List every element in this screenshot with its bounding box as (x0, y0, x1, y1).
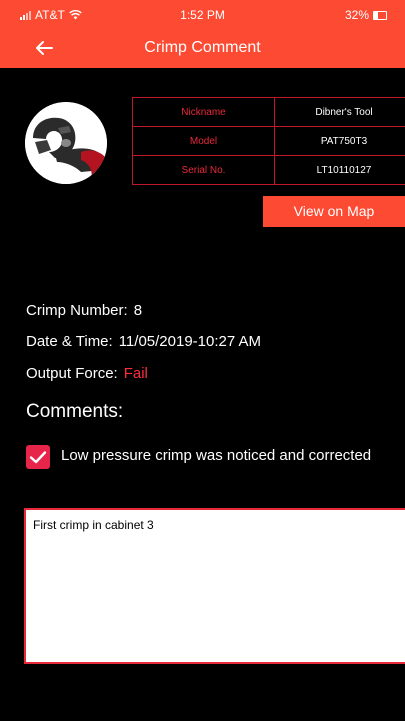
spec-row-model: Model PAT750T3 (132, 126, 405, 156)
battery-status: 32% (345, 8, 387, 22)
nav-bar: Crimp Comment (0, 28, 405, 68)
battery-icon (373, 10, 387, 20)
output-force: Output Force: Fail (26, 365, 148, 382)
battery-percent: 32% (344, 8, 369, 22)
datetime-value: 11/05/2019-10:27 AM (118, 333, 262, 350)
crimp-number-value: 8 (133, 302, 143, 319)
spec-label: Nickname (132, 97, 275, 127)
crimp-datetime: Date & Time: 11/05/2019-10:27 AM (26, 333, 261, 350)
tool-specs-table: Nickname Dibner's Tool Model PAT750T3 Se… (132, 97, 405, 185)
page-title: Crimp Comment (144, 39, 261, 56)
back-button[interactable] (30, 34, 58, 62)
crimp-number-label: Crimp Number: (26, 302, 128, 319)
spec-value: PAT750T3 (274, 126, 405, 156)
spec-row-serial: Serial No. LT10110127 (132, 155, 405, 185)
back-arrow-icon (36, 41, 53, 55)
comments-heading: Comments: (26, 401, 124, 422)
spec-label: Model (132, 126, 275, 156)
crimp-tool-image (25, 102, 107, 184)
datetime-label: Date & Time: (26, 333, 113, 350)
crimp-number: Crimp Number: 8 (26, 302, 142, 319)
output-force-label: Output Force: (26, 365, 118, 382)
output-force-status: Fail (123, 365, 148, 382)
view-on-map-button[interactable]: View on Map (263, 196, 405, 227)
status-bar: AT&T 1:52 PM 32% (0, 0, 405, 28)
spec-value: Dibner's Tool (274, 97, 405, 127)
spec-label: Serial No. (132, 155, 275, 185)
checkbox-label: Low pressure crimp was noticed and corre… (61, 447, 372, 464)
low-pressure-checkbox[interactable] (26, 445, 50, 469)
comment-textarea[interactable]: First crimp in cabinet 3 (24, 508, 405, 664)
spec-value: LT10110127 (274, 155, 405, 185)
checkmark-icon (29, 451, 47, 464)
spec-row-nickname: Nickname Dibner's Tool (132, 97, 405, 127)
